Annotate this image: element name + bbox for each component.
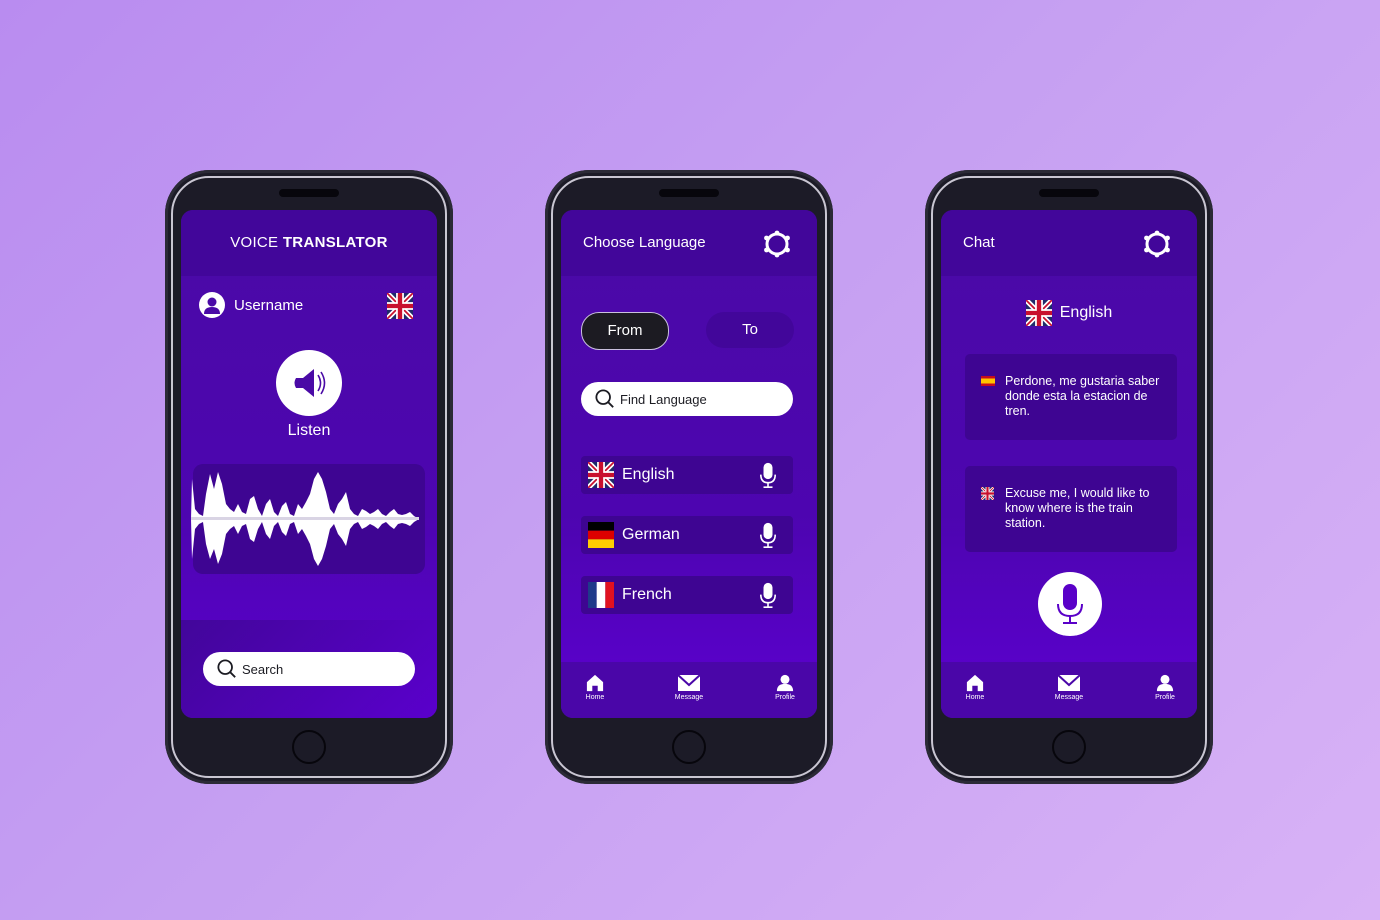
user-avatar-icon (199, 292, 225, 318)
gear-icon[interactable] (1143, 230, 1171, 258)
waveform-panel (191, 464, 425, 574)
language-label: English (622, 466, 675, 483)
bottom-nav: Home Message Profile (941, 662, 1197, 718)
tab-to[interactable]: To (706, 312, 794, 348)
nav-home[interactable]: Home (565, 674, 625, 701)
microphone-icon (1057, 584, 1083, 624)
nav-label: Message (674, 694, 704, 701)
nav-profile[interactable]: Profile (1135, 674, 1195, 701)
uk-flag-icon[interactable] (387, 293, 413, 319)
profile-icon (775, 674, 795, 692)
record-mic-button[interactable] (1038, 572, 1102, 636)
title-light: VOICE (230, 234, 279, 251)
header-bar: VOICE TRANSLATOR (181, 210, 437, 276)
profile-icon (1155, 674, 1175, 692)
user-row[interactable]: Username (199, 292, 303, 318)
search-icon (217, 659, 237, 679)
tab-from[interactable]: From (581, 312, 669, 350)
nav-profile[interactable]: Profile (755, 674, 815, 701)
germany-flag-icon (588, 522, 614, 548)
home-hardware-button[interactable] (672, 730, 706, 764)
find-language-input[interactable]: Find Language (581, 382, 793, 416)
screen-voice-translator: VOICE TRANSLATOR Username Listen Search (181, 210, 437, 718)
listen-button[interactable] (276, 350, 342, 416)
app-title: VOICE TRANSLATOR (181, 234, 437, 251)
nav-label: Home (585, 694, 605, 701)
search-input[interactable]: Search (203, 652, 415, 686)
uk-flag-icon (1026, 300, 1052, 326)
phone-speaker (1039, 189, 1099, 197)
nav-label: Message (1054, 694, 1084, 701)
username-label: Username (234, 296, 304, 314)
home-icon (586, 674, 604, 692)
uk-flag-icon (981, 487, 994, 500)
language-label: German (622, 526, 680, 543)
screen-choose-language: Choose Language From To Find Language En… (561, 210, 817, 718)
language-label: English (1059, 304, 1113, 321)
language-item-english[interactable]: English (581, 456, 793, 494)
nav-label: Home (965, 694, 985, 701)
envelope-icon (677, 674, 701, 692)
spain-flag-icon (981, 376, 995, 386)
envelope-icon (1057, 674, 1081, 692)
selected-language[interactable]: English (941, 300, 1197, 326)
page-title: Chat (963, 234, 995, 251)
nav-home[interactable]: Home (945, 674, 1005, 701)
home-icon (966, 674, 984, 692)
listen-label: Listen (287, 422, 331, 439)
search-placeholder: Search (242, 661, 284, 677)
phone-chat: Chat English Perdone, me gustaria saber … (925, 170, 1213, 784)
chat-message: Excuse me, I would like to know where is… (965, 466, 1177, 552)
nav-label: Profile (1155, 694, 1175, 701)
message-text: Excuse me, I would like to know where is… (1005, 486, 1150, 530)
header-bar: Choose Language (561, 210, 817, 276)
uk-flag-icon (588, 462, 614, 488)
microphone-icon[interactable] (759, 582, 777, 609)
language-item-french[interactable]: French (581, 576, 793, 614)
phone-speaker (279, 189, 339, 197)
message-text: Perdone, me gustaria saber donde esta la… (1005, 374, 1160, 418)
page-title: Choose Language (583, 234, 706, 251)
title-bold: TRANSLATOR (282, 234, 388, 251)
screen-chat: Chat English Perdone, me gustaria saber … (941, 210, 1197, 718)
bottom-nav: Home Message Profile (561, 662, 817, 718)
microphone-icon[interactable] (759, 522, 777, 549)
nav-message[interactable]: Message (1039, 674, 1099, 701)
nav-label: Profile (775, 694, 795, 701)
language-label: French (622, 586, 672, 603)
france-flag-icon (588, 582, 614, 608)
audio-waveform (191, 472, 419, 566)
speaker-icon (294, 369, 326, 397)
header-bar: Chat (941, 210, 1197, 276)
phone-voice-translator: VOICE TRANSLATOR Username Listen Search (165, 170, 453, 784)
home-hardware-button[interactable] (292, 730, 326, 764)
language-item-german[interactable]: German (581, 516, 793, 554)
home-hardware-button[interactable] (1052, 730, 1086, 764)
chat-message: Perdone, me gustaria saber donde esta la… (965, 354, 1177, 440)
phone-choose-language: Choose Language From To Find Language En… (545, 170, 833, 784)
microphone-icon[interactable] (759, 462, 777, 489)
nav-message[interactable]: Message (659, 674, 719, 701)
phone-speaker (659, 189, 719, 197)
gear-icon[interactable] (763, 230, 791, 258)
search-placeholder: Find Language (620, 391, 707, 407)
search-icon (595, 389, 615, 409)
